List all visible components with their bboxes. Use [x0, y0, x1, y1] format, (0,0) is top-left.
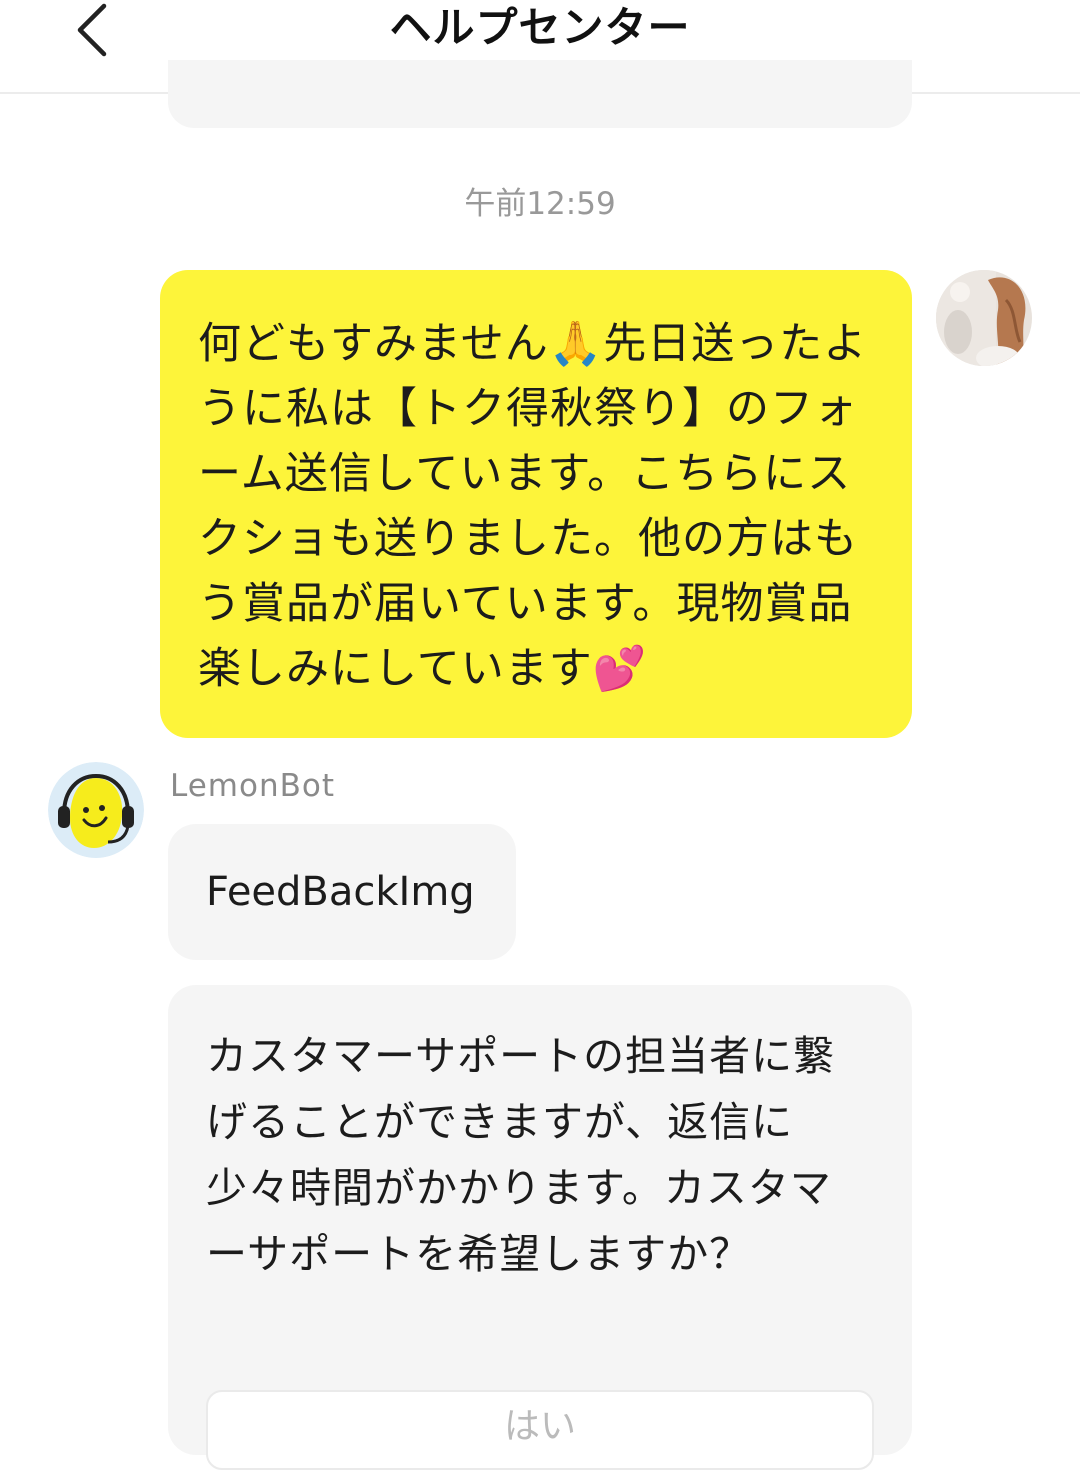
- page-title: ヘルプセンター: [389, 3, 691, 52]
- bot-message-text: FeedBackImg: [206, 869, 475, 915]
- bot-message-bubble: FeedBackImg: [168, 824, 516, 960]
- user-message-text: 何どもすみません🙏先日送ったように私は【トク得秋祭り】のフォーム送信しています。…: [198, 319, 868, 694]
- message-timestamp: 午前12:59: [464, 186, 616, 222]
- yes-button[interactable]: はい: [206, 1390, 874, 1470]
- previous-message-bubble: [168, 60, 912, 128]
- bot-message-bubble-support: カスタマーサポートの担当者に繋げることができますが、返信に少々時間がかかります。…: [168, 985, 912, 1455]
- bot-name: LemonBot: [170, 768, 335, 804]
- bot-message-support-text: カスタマーサポートの担当者に繋げることができますが、返信に少々時間がかかります。…: [206, 1032, 836, 1278]
- user-message-bubble: 何どもすみません🙏先日送ったように私は【トク得秋祭り】のフォーム送信しています。…: [160, 270, 912, 738]
- user-avatar[interactable]: [936, 270, 1032, 366]
- bot-avatar[interactable]: [48, 762, 144, 858]
